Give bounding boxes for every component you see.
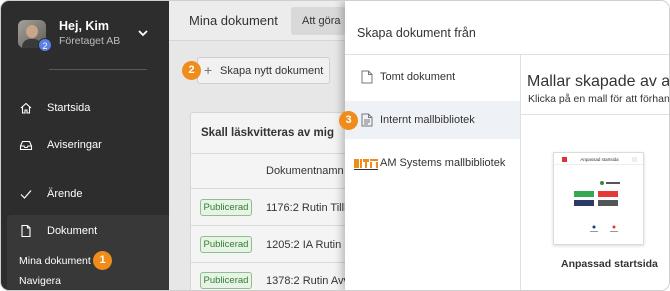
panel-divider — [345, 54, 669, 55]
panel-column-divider — [520, 55, 521, 290]
create-document-button[interactable]: + Skapa nytt dokument — [197, 57, 330, 84]
templates-subtitle: Klicka på en mall för att förhandsgransk… — [528, 93, 670, 105]
templates-heading: Mallar skapade av användare — [527, 73, 670, 90]
option-am-systems-mallbibliotek[interactable]: AM Systems mallbibliotek — [345, 144, 520, 182]
step-marker-2: 2 — [182, 61, 201, 80]
sidebar-item-label: Ärende — [47, 188, 83, 200]
blank-document-icon — [361, 70, 373, 84]
thumbnail-preview-graphic — [554, 157, 645, 232]
page-title: Mina dokument — [189, 13, 278, 28]
card-divider — [191, 188, 359, 189]
template-thumbnail[interactable]: Anpassad startsida — [553, 152, 645, 245]
template-document-icon — [361, 113, 373, 127]
sidebar-subitem-mina-dokument[interactable]: Mina dokument — [19, 255, 91, 267]
sidebar-divider — [49, 69, 147, 70]
sidebar-item-label: Dokument — [47, 225, 98, 237]
app-window: 2 Hej, Kim Företaget AB Startsida Aviser… — [0, 0, 670, 291]
panel-title: Skapa dokument från — [357, 26, 476, 40]
status-badge: Publicerad — [200, 199, 252, 216]
chevron-down-icon[interactable] — [137, 27, 149, 39]
am-systems-logo — [354, 159, 378, 170]
sidebar: 2 Hej, Kim Företaget AB Startsida Aviser… — [1, 1, 169, 290]
sidebar-item-label: Startsida — [47, 102, 91, 114]
templates-divider — [521, 114, 669, 115]
home-icon — [20, 102, 32, 114]
step-marker-1: 1 — [93, 251, 112, 270]
row-divider — [191, 225, 359, 226]
sidebar-item-arende[interactable]: Ärende — [1, 184, 169, 204]
document-icon — [21, 224, 31, 238]
card-title: Skall läskvitteras av mig — [201, 127, 334, 139]
step-marker-3: 3 — [339, 111, 358, 130]
company-name: Företaget AB — [59, 35, 121, 47]
template-caption[interactable]: Anpassad startsida — [561, 258, 658, 270]
sidebar-item-label: Aviseringar — [47, 139, 102, 151]
inbox-icon — [19, 140, 33, 151]
create-document-label: Skapa nytt dokument — [220, 65, 324, 77]
avatar-badge: 2 — [38, 38, 52, 52]
option-internt-mallbibliotek[interactable]: Internt mallbibliotek — [345, 101, 520, 139]
card-divider — [191, 153, 359, 154]
status-badge: Publicerad — [200, 272, 252, 289]
option-label: Internt mallbibliotek — [380, 114, 475, 126]
option-tomt-dokument[interactable]: Tomt dokument — [345, 58, 520, 96]
sidebar-item-startsida[interactable]: Startsida — [1, 98, 169, 118]
sidebar-subitem-navigera[interactable]: Navigera — [19, 275, 61, 287]
option-label: AM Systems mallbibliotek — [380, 157, 506, 169]
option-label: Tomt dokument — [380, 71, 456, 83]
status-badge: Publicerad — [200, 236, 252, 253]
check-icon — [20, 190, 32, 199]
todo-button[interactable]: Att göra — [291, 7, 345, 35]
plus-icon: + — [204, 62, 213, 78]
column-header-dokumentnamn[interactable]: Dokumentnamn — [266, 165, 344, 177]
sidebar-item-dokument[interactable]: Dokument — [1, 221, 169, 241]
row-divider — [191, 262, 359, 263]
sidebar-item-aviseringar[interactable]: Aviseringar — [1, 135, 169, 155]
user-greeting: Hej, Kim — [59, 19, 110, 33]
